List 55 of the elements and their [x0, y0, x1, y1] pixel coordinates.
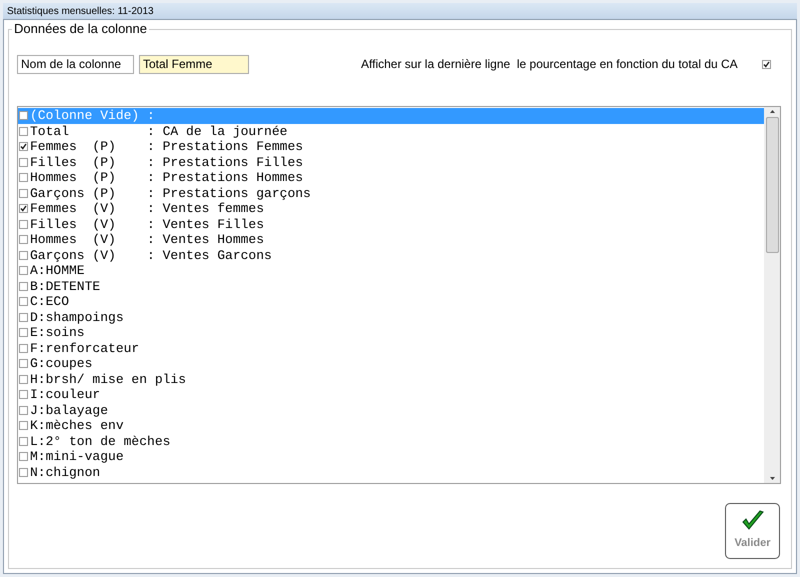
checkbox[interactable] [19, 328, 28, 338]
checkbox[interactable] [19, 452, 28, 462]
list-item[interactable]: Garçons (V) : Ventes Garcons [18, 248, 764, 263]
list-item[interactable]: A:HOMME [18, 263, 764, 278]
checkbox[interactable] [19, 374, 28, 384]
list-item[interactable]: H:brsh/ mise en plis [18, 372, 764, 387]
list-item[interactable]: Femmes (P) : Prestations Femmes [18, 139, 764, 154]
list-item[interactable]: Filles (P) : Prestations Filles [18, 154, 764, 170]
list-item[interactable]: Femmes (V) : Ventes femmes [18, 201, 764, 216]
checked-checkbox[interactable] [762, 60, 771, 68]
checkbox[interactable] [19, 421, 28, 430]
checkbox[interactable] [19, 158, 28, 167]
window-title: Statistiques mensuelles: 11-2013 [7, 4, 154, 18]
checkbox[interactable] [19, 390, 28, 400]
column-name-field[interactable]: Total Femme [139, 54, 249, 74]
list-item[interactable]: Garçons (P) : Prestations garçons [18, 186, 764, 201]
list-item[interactable]: L:2° ton de mèches [18, 434, 764, 449]
checkbox[interactable] [19, 235, 28, 244]
list-item[interactable]: J:balayage [18, 402, 764, 418]
list-item[interactable]: K:mèches env [18, 418, 764, 434]
list-item[interactable]: Hommes (V) : Ventes Hommes [18, 232, 764, 248]
checkbox[interactable] [19, 173, 28, 182]
list-item[interactable]: M:mini-vague [18, 449, 764, 464]
list-item[interactable]: Total : CA de la journée [18, 124, 764, 139]
checked-checkbox[interactable] [19, 142, 28, 152]
list-item[interactable]: N:chignon [18, 464, 764, 480]
list-item[interactable]: G:coupes [18, 356, 764, 372]
checkbox[interactable] [19, 266, 28, 276]
checkbox[interactable] [19, 359, 28, 368]
checked-checkbox[interactable] [19, 204, 28, 214]
list-item[interactable]: B:DETENTE [18, 278, 764, 294]
checkbox[interactable] [19, 468, 28, 477]
checkbox[interactable] [19, 406, 28, 415]
list-item[interactable]: Filles (V) : Ventes Filles [18, 216, 764, 232]
checkbox[interactable] [19, 250, 28, 260]
list-item[interactable]: I:couleur [18, 387, 764, 402]
scroll-thumb[interactable] [766, 117, 778, 253]
checkbox[interactable] [19, 188, 28, 198]
scrollbar[interactable] [764, 107, 780, 483]
list-item[interactable]: C:ECO [18, 294, 764, 310]
list-item[interactable]: Hommes (P) : Prestations Hommes [18, 170, 764, 186]
checkbox[interactable] [19, 282, 28, 291]
checkbox[interactable] [19, 436, 28, 446]
checkbox[interactable] [19, 312, 28, 322]
checkbox[interactable] [19, 111, 28, 120]
checkbox[interactable] [19, 126, 28, 136]
checkbox[interactable] [19, 344, 28, 353]
list-item[interactable]: D:shampoings [18, 310, 764, 325]
column-name-label: Nom de la colonne [17, 54, 134, 74]
checkbox[interactable] [19, 297, 28, 306]
list-item[interactable]: E:soins [18, 325, 764, 340]
checkmark-icon [740, 510, 764, 532]
list-item[interactable]: F:renforcateur [18, 340, 764, 356]
checkbox[interactable] [19, 220, 28, 229]
percent-option-label: Afficher sur la dernière ligne le pourcentage en fonction du total du CA [361, 56, 738, 73]
